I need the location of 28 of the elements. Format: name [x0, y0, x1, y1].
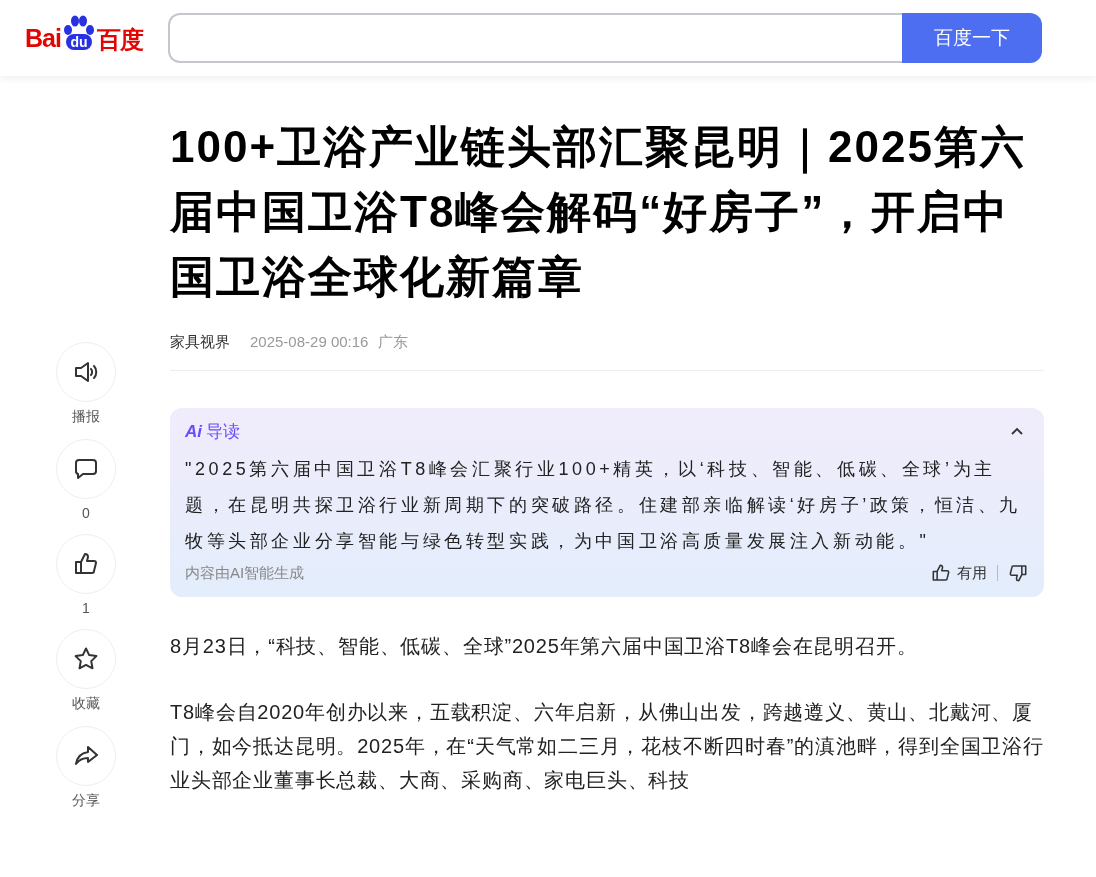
thumbs-up-icon	[931, 563, 951, 583]
source-name[interactable]: 家具视界	[170, 333, 230, 352]
ai-label: Ai	[185, 421, 202, 442]
thumbs-down-icon	[1008, 563, 1028, 583]
body-paragraph: 8月23日，“科技、智能、低碳、全球”2025年第六届中国卫浴T8峰会在昆明召开。	[170, 634, 919, 659]
publish-time: 2025-08-29 00:16	[250, 333, 369, 352]
body-paragraph: T8峰会自2020年创办以来，五载积淀、六年启新，从佛山出发，跨越遵义、黄山、北戴河、厦门，如今抵达昆明。2025年，在“天气常如二三月，花枝不断四时春”的滇池畔，得到全国卫浴行业头部企业董事长总裁、大商、采购商、家电巨头、科技	[170, 700, 1044, 793]
search-field[interactable]	[168, 13, 902, 63]
region-label: 广东	[378, 333, 409, 352]
article-title: 100+卫浴产业链头部汇聚昆明｜2025第六届中国卫浴T8峰会解码“好房子”，开启中国卫浴全球化新篇章	[170, 121, 1027, 303]
thumbs-up-icon	[73, 551, 99, 577]
action-label: 播报	[72, 408, 100, 426]
action-label: 1	[82, 600, 90, 616]
summary-text: "2025第六届中国卫浴T8峰会汇聚行业100+精英，以‘科技、智能、低碳、全球’为主题，在昆明共探卫浴行业新周期下的突破路径。住建部亲临解读‘好房子’政策，恒洁、九牧等头部企业分享智能与绿色转型实践，为中国卫浴高质量发展注入新动能。"	[185, 458, 1022, 553]
logo-text: Bai	[25, 23, 61, 53]
not-useful-button[interactable]	[1008, 563, 1028, 583]
action-label: 分享	[72, 792, 100, 810]
star-icon	[73, 646, 99, 672]
action-label: 0	[82, 505, 90, 521]
summary-heading: 导读	[206, 421, 240, 443]
paw-logo: du	[61, 14, 96, 50]
useful-button[interactable]: 有用	[931, 563, 987, 583]
search-button[interactable]: 百度一下	[902, 13, 1042, 63]
logo-text: 百度	[96, 25, 143, 55]
ai-disclaimer: 内容由AI智能生成	[185, 563, 305, 583]
speech-bubble-icon	[73, 456, 99, 482]
speaker-icon	[73, 359, 99, 385]
action-label: 收藏	[72, 695, 100, 713]
